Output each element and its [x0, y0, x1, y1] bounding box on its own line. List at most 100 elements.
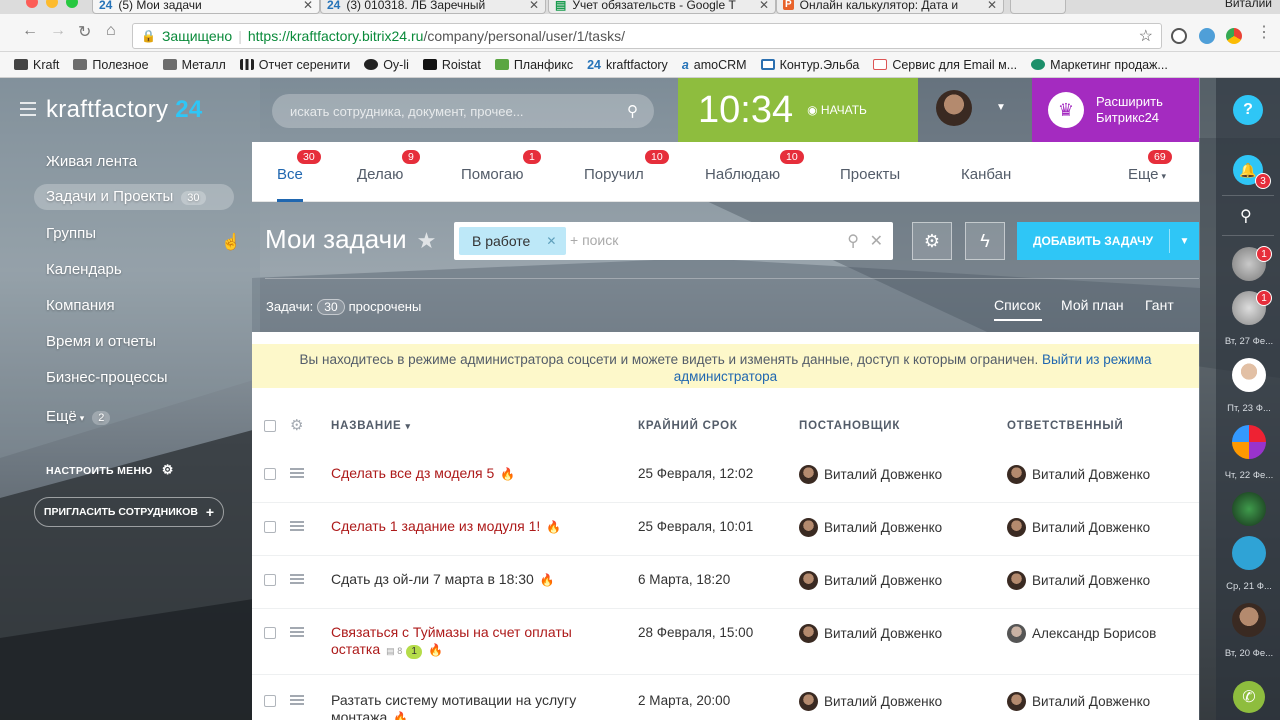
sidebar-item-feed[interactable]: Живая лента	[46, 153, 137, 170]
table-row[interactable]: Разтать систему мотивации на услугу монт…	[252, 675, 1199, 720]
sidebar-item-calendar[interactable]: Календарь	[46, 261, 122, 278]
column-header-creator[interactable]: ПОСТАНОВЩИК	[799, 420, 900, 432]
task-responsible[interactable]: Александр Борисов	[1007, 624, 1156, 643]
bookmark-item[interactable]: 24 kraftfactory	[587, 58, 668, 72]
workday-widget[interactable]: 10:34 ◉ НАЧАТЬ	[678, 78, 918, 142]
task-deadline[interactable]: 25 Февраля, 10:01	[638, 519, 753, 534]
add-task-button[interactable]: ДОБАВИТЬ ЗАДАЧУ ▼	[1017, 222, 1199, 260]
bookmark-star-icon[interactable]: ☆	[1139, 26, 1153, 46]
view-list[interactable]: Список	[994, 297, 1041, 313]
task-creator[interactable]: Виталий Довженко	[799, 518, 942, 537]
minimize-window-icon[interactable]	[46, 0, 58, 8]
task-responsible[interactable]: Виталий Довженко	[1007, 692, 1150, 711]
drag-handle-icon[interactable]	[290, 695, 304, 705]
star-icon[interactable]: ★	[417, 228, 437, 253]
task-name[interactable]: Сделать все дз моделя 5 🔥	[331, 465, 591, 483]
remove-chip-icon[interactable]: ✕	[546, 234, 556, 248]
info-extension-icon[interactable]	[1171, 28, 1187, 44]
search-icon[interactable]: ⚲	[847, 231, 859, 251]
tab-watching[interactable]: Наблюдаю 10	[705, 150, 804, 183]
bookmark-item[interactable]: Металл	[162, 58, 226, 72]
configure-menu-button[interactable]: НАСТРОИТЬ МЕНЮ ⚙	[46, 462, 174, 478]
task-name[interactable]: Связаться с Туймазы на счет оплаты остат…	[331, 624, 591, 660]
start-workday-button[interactable]: ◉ НАЧАТЬ	[807, 103, 867, 117]
select-all-checkbox[interactable]	[264, 420, 276, 432]
bookmark-item[interactable]: Маркетинг продаж...	[1031, 58, 1168, 72]
bookmark-item[interactable]: Roistat	[422, 58, 481, 72]
chevron-down-icon[interactable]: ▼	[1170, 236, 1199, 247]
maximize-window-icon[interactable]	[66, 0, 78, 8]
task-deadline[interactable]: 6 Марта, 18:20	[638, 572, 730, 587]
bookmark-item[interactable]: Полезное	[73, 58, 149, 72]
bookmark-item[interactable]: Отчет серенити	[239, 58, 350, 72]
column-header-deadline[interactable]: КРАЙНИЙ СРОК	[638, 420, 738, 432]
browser-tab-tasks[interactable]: 24 (5) Мои задачи ✕	[92, 0, 320, 14]
row-checkbox[interactable]	[264, 695, 276, 707]
filter-chip[interactable]: В работе ✕	[459, 227, 567, 255]
drag-handle-icon[interactable]	[290, 521, 304, 531]
sidebar-item-more[interactable]: Ещё ▾ 2	[46, 408, 111, 425]
recent-chat-avatar[interactable]	[1232, 492, 1266, 526]
clear-icon[interactable]: ✕	[870, 231, 883, 251]
help-icon[interactable]: ?	[1233, 95, 1263, 125]
invite-employees-button[interactable]: ПРИГЛАСИТЬ СОТРУДНИКОВ +	[34, 497, 224, 527]
menu-toggle-icon[interactable]	[20, 102, 36, 120]
task-deadline[interactable]: 28 Февраля, 15:00	[638, 625, 753, 640]
task-name[interactable]: Сдать дз ой-ли 7 марта в 18:30 🔥	[331, 571, 591, 589]
reload-icon[interactable]: ↻	[78, 22, 91, 42]
search-icon[interactable]: ⚲	[1240, 206, 1252, 226]
bookmark-item[interactable]: Oy-li	[364, 58, 409, 72]
browser-tab-calculator[interactable]: Р Онлайн калькулятор: Дата и ✕	[776, 0, 1004, 14]
task-responsible[interactable]: Виталий Довженко	[1007, 518, 1150, 537]
url-input[interactable]: 🔒 Защищено | https://kraftfactory.bitrix…	[132, 23, 1162, 49]
tab-all[interactable]: Все 30	[277, 150, 321, 183]
phone-icon[interactable]: ✆	[1233, 681, 1265, 713]
bookmark-item[interactable]: Контур.Эльба	[760, 58, 859, 72]
recent-chat-avatar[interactable]	[1232, 425, 1266, 459]
counter-badge[interactable]: 30	[317, 299, 345, 315]
quick-action-button[interactable]: ϟ	[965, 222, 1005, 260]
gear-icon[interactable]: ⚙	[290, 416, 303, 434]
tab-projects[interactable]: Проекты	[840, 166, 900, 183]
counter-suffix[interactable]: просрочены	[349, 299, 422, 314]
sidebar-item-company[interactable]: Компания	[46, 297, 115, 314]
drag-handle-icon[interactable]	[290, 574, 304, 584]
user-menu[interactable]: ▼	[918, 78, 1032, 142]
drag-handle-icon[interactable]	[290, 627, 304, 637]
drag-handle-icon[interactable]	[290, 468, 304, 478]
back-icon[interactable]: ←	[22, 22, 38, 40]
recent-chat-avatar[interactable]	[1232, 536, 1266, 570]
tab-helping[interactable]: Помогаю 1	[461, 150, 541, 183]
bookmark-item[interactable]: Kraft	[14, 58, 59, 72]
chrome-extension-icon[interactable]	[1226, 28, 1242, 44]
table-row[interactable]: Сделать 1 задание из модуля 1! 🔥 25 Февра…	[252, 503, 1199, 556]
portal-search-input[interactable]: искать сотрудника, документ, прочее... ⚲	[272, 94, 654, 128]
table-row[interactable]: Сдать дз ой-ли 7 марта в 18:30 🔥 6 Марта,…	[252, 556, 1199, 609]
row-checkbox[interactable]	[264, 468, 276, 480]
close-window-icon[interactable]	[26, 0, 38, 8]
new-tab-button[interactable]	[1010, 0, 1066, 14]
close-tab-icon[interactable]: ✕	[529, 0, 539, 12]
settings-button[interactable]: ⚙	[912, 222, 952, 260]
task-responsible[interactable]: Виталий Довженко	[1007, 571, 1150, 590]
task-responsible[interactable]: Виталий Довженко	[1007, 465, 1150, 484]
bookmark-item[interactable]: a amoCRM	[682, 58, 747, 72]
tab-assigned[interactable]: Поручил 10	[584, 150, 669, 183]
row-checkbox[interactable]	[264, 521, 276, 533]
view-gantt[interactable]: Гант	[1145, 297, 1174, 313]
row-checkbox[interactable]	[264, 574, 276, 586]
recent-chat-avatar[interactable]	[1232, 603, 1266, 637]
menu-dots-icon[interactable]: ⋮	[1256, 22, 1272, 42]
search-icon[interactable]: ⚲	[627, 102, 638, 120]
task-creator[interactable]: Виталий Довженко	[799, 571, 942, 590]
close-tab-icon[interactable]: ✕	[303, 0, 313, 12]
recent-chat-avatar[interactable]	[1232, 358, 1266, 392]
tab-kanban[interactable]: Канбан	[961, 166, 1011, 183]
profile-name[interactable]: Виталий	[1225, 0, 1272, 10]
task-deadline[interactable]: 25 Февраля, 12:02	[638, 466, 753, 481]
sidebar-item-groups[interactable]: Группы	[46, 225, 96, 242]
bookmark-item[interactable]: Планфикс	[494, 58, 573, 72]
filter-search-input[interactable]: В работе ✕ + поиск ⚲ ✕	[454, 222, 893, 260]
close-tab-icon[interactable]: ✕	[759, 0, 769, 12]
row-checkbox[interactable]	[264, 627, 276, 639]
